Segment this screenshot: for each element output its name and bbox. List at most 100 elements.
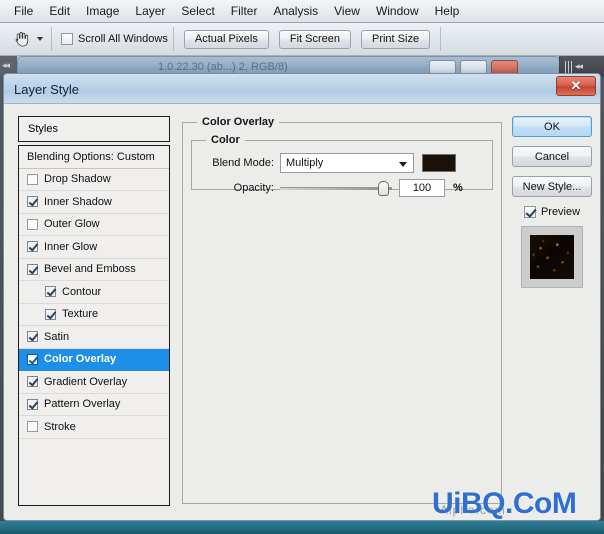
menu-item-view[interactable]: View <box>326 2 368 21</box>
new-style-button[interactable]: New Style... <box>512 176 592 197</box>
dialog-body: Styles Blending Options: Custom Drop Sha… <box>4 104 600 520</box>
menu-item-filter[interactable]: Filter <box>223 2 266 21</box>
opacity-input[interactable]: 100 <box>399 179 445 197</box>
opacity-slider-thumb[interactable] <box>378 181 389 196</box>
pattern-overlay-checkbox[interactable] <box>27 398 38 410</box>
color-overlay-group: Color Overlay Color Blend Mode: Multiply <box>182 116 502 504</box>
menu-item-select[interactable]: Select <box>173 2 222 21</box>
list-item-drop-shadow[interactable]: Drop Shadow <box>19 169 169 191</box>
inner-shadow-label: Inner Shadow <box>44 195 112 208</box>
satin-checkbox[interactable] <box>27 331 38 343</box>
color-overlay-group-title: Color Overlay <box>202 116 275 128</box>
dialog-actions: OK Cancel New Style... Preview <box>512 116 592 506</box>
ok-button[interactable]: OK <box>512 116 592 137</box>
drop-shadow-checkbox[interactable] <box>27 173 38 185</box>
dialog-title: Layer Style <box>14 82 80 97</box>
opacity-row: Opacity: 100 % <box>200 177 484 199</box>
inner-glow-label: Inner Glow <box>44 240 98 253</box>
toolbar-divider-1 <box>51 27 52 51</box>
menu-item-edit[interactable]: Edit <box>41 2 78 21</box>
menu-item-analysis[interactable]: Analysis <box>265 2 326 21</box>
blend-mode-row: Blend Mode: Multiply <box>200 152 484 174</box>
texture-checkbox[interactable] <box>45 308 56 320</box>
blend-mode-label: Blend Mode: <box>212 157 274 169</box>
inner-glow-checkbox[interactable] <box>27 241 38 253</box>
list-item-texture[interactable]: Texture <box>19 304 169 326</box>
opacity-slider-track <box>280 187 392 190</box>
menu-bar: File Edit Image Layer Select Filter Anal… <box>0 0 604 23</box>
list-item-outer-glow[interactable]: Outer Glow <box>19 214 169 236</box>
color-subgroup-title: Color <box>211 134 240 146</box>
fit-screen-button[interactable]: Fit Screen <box>278 29 351 49</box>
opacity-slider[interactable] <box>280 179 392 197</box>
gradient-overlay-checkbox[interactable] <box>27 376 38 388</box>
color-overlay-label: Color Overlay <box>44 353 117 366</box>
stroke-label: Stroke <box>44 420 76 433</box>
list-item-inner-shadow[interactable]: Inner Shadow <box>19 191 169 214</box>
drop-shadow-label: Drop Shadow <box>44 173 111 186</box>
gradient-overlay-label: Gradient Overlay <box>44 375 128 388</box>
texture-label: Texture <box>62 308 99 321</box>
cancel-button[interactable]: Cancel <box>512 146 592 167</box>
menu-item-window[interactable]: Window <box>368 2 427 21</box>
list-item-satin[interactable]: Satin <box>19 326 169 349</box>
styles-panel: Styles Blending Options: Custom Drop Sha… <box>18 116 170 506</box>
actual-pixels-button[interactable]: Actual Pixels <box>183 29 269 49</box>
preview-checkbox[interactable]: Preview <box>512 206 592 218</box>
preview-label: Preview <box>540 206 581 218</box>
bevel-and-emboss-label: Bevel and Emboss <box>44 263 136 276</box>
menu-item-help[interactable]: Help <box>427 2 468 21</box>
color-subgroup: Color Blend Mode: Multiply Opacity: 100 … <box>191 134 493 197</box>
list-item-inner-glow[interactable]: Inner Glow <box>19 236 169 259</box>
toolbar-divider-2 <box>172 27 174 51</box>
bevel-and-emboss-checkbox[interactable] <box>27 263 38 275</box>
scroll-all-windows-checkbox-box <box>61 33 73 45</box>
styles-header-label: Styles <box>28 123 58 135</box>
color-overlay-checkbox[interactable] <box>27 353 38 365</box>
options-toolbar: Scroll All Windows Actual Pixels Fit Scr… <box>0 23 604 56</box>
list-item-contour[interactable]: Contour <box>19 281 169 304</box>
dialog-close-button[interactable]: ✕ <box>556 76 596 96</box>
styles-header[interactable]: Styles <box>18 116 170 142</box>
contour-label: Contour <box>62 285 102 298</box>
overlay-color-swatch[interactable] <box>422 154 456 172</box>
layer-style-dialog: Layer Style ✕ Styles Blending Options: C… <box>3 73 601 521</box>
list-item-blending-options[interactable]: Blending Options: Custom <box>19 146 169 169</box>
tool-preset-chevron-down-icon[interactable] <box>34 27 46 51</box>
menu-item-layer[interactable]: Layer <box>127 2 173 21</box>
toolbar-divider-3 <box>440 27 442 51</box>
menu-item-file[interactable]: File <box>6 2 41 21</box>
satin-label: Satin <box>44 330 70 343</box>
dialog-titlebar[interactable]: Layer Style ✕ <box>4 74 600 104</box>
chevron-down-icon <box>399 162 407 167</box>
preview-checkbox-box <box>523 206 536 218</box>
list-item-stroke[interactable]: Stroke <box>19 416 169 439</box>
inner-shadow-checkbox[interactable] <box>27 196 38 208</box>
hand-tool-icon[interactable] <box>8 27 34 51</box>
effects-list[interactable]: Blending Options: Custom Drop Shadow Inn… <box>18 145 170 506</box>
stroke-checkbox[interactable] <box>27 421 38 433</box>
list-item-pattern-overlay[interactable]: Pattern Overlay <box>19 394 169 416</box>
dock-grip-icon <box>565 60 572 73</box>
settings-panel: Color Overlay Color Blend Mode: Multiply <box>182 116 502 506</box>
blending-options-label: Blending Options: Custom <box>27 150 155 163</box>
contour-checkbox[interactable] <box>45 286 56 298</box>
scroll-all-windows-label: Scroll All Windows <box>78 33 168 45</box>
bottom-strip <box>0 521 604 534</box>
right-dock-collapse-icon[interactable]: ◂◂ <box>575 61 583 72</box>
menu-item-image[interactable]: Image <box>78 2 127 21</box>
pattern-overlay-label: Pattern Overlay <box>44 398 121 411</box>
opacity-unit-label: % <box>453 182 463 194</box>
opacity-label: Opacity: <box>233 182 274 194</box>
list-item-bevel-and-emboss[interactable]: Bevel and Emboss <box>19 259 169 281</box>
document-title: 1.0.22.30 (ab...) 2, RGB/8) <box>158 61 288 73</box>
scroll-all-windows-checkbox[interactable]: Scroll All Windows <box>61 33 168 45</box>
preview-thumbnail <box>530 235 574 279</box>
blend-mode-select[interactable]: Multiply <box>280 153 414 173</box>
print-size-button[interactable]: Print Size <box>360 29 431 49</box>
list-item-gradient-overlay[interactable]: Gradient Overlay <box>19 371 169 394</box>
outer-glow-checkbox[interactable] <box>27 218 38 230</box>
list-item-color-overlay[interactable]: Color Overlay <box>19 348 169 371</box>
left-dock-expand-icon[interactable]: ◂◂ <box>2 60 10 71</box>
photoshop-application: File Edit Image Layer Select Filter Anal… <box>0 0 604 534</box>
